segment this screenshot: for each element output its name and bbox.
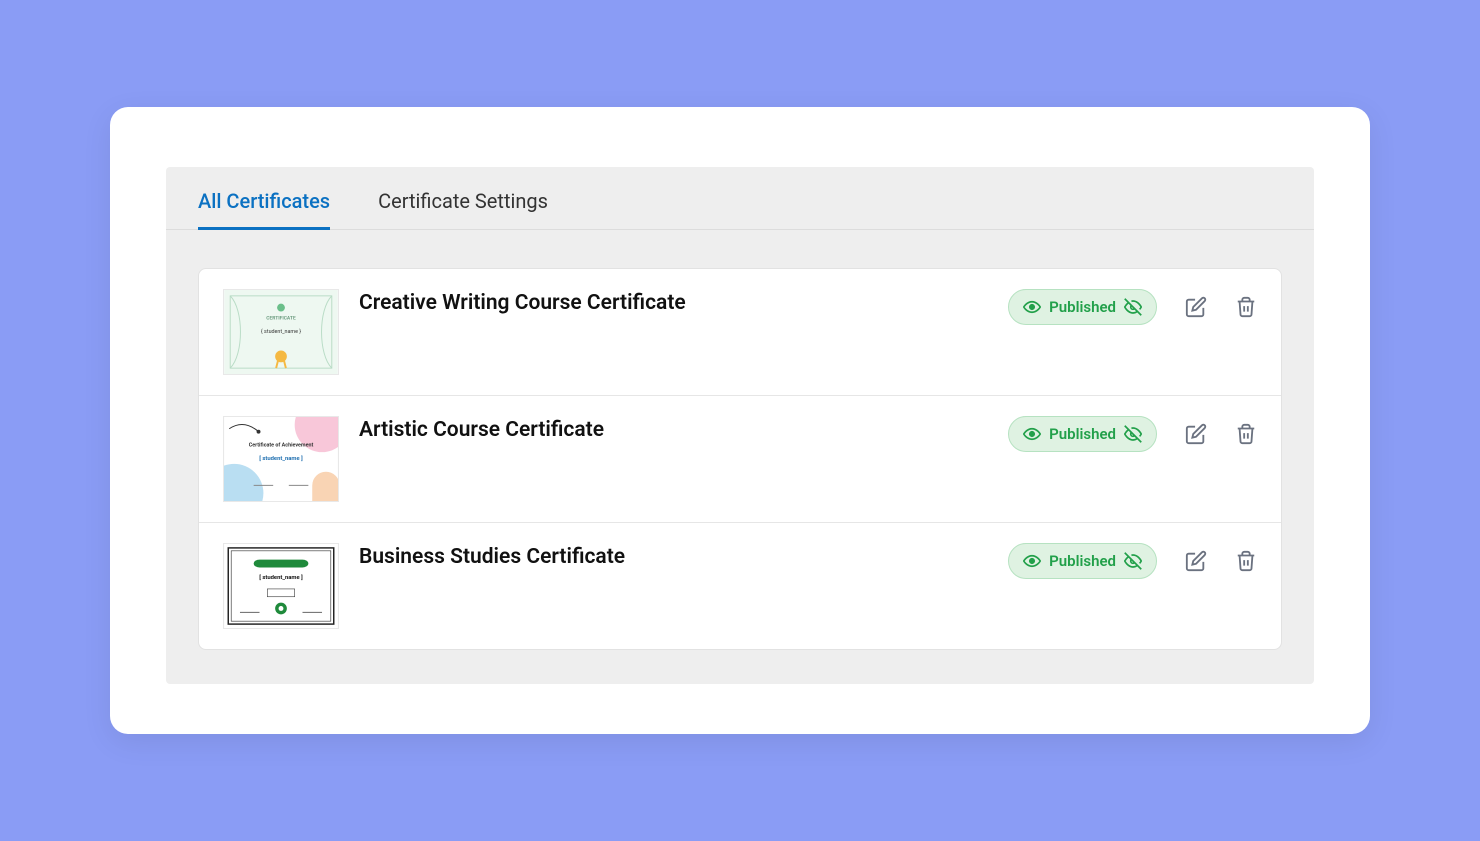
status-published-pill[interactable]: Published	[1008, 289, 1157, 325]
certificate-title: Business Studies Certificate	[359, 543, 988, 569]
certificate-row: Certificate of Achievement [ student_nam…	[199, 396, 1281, 523]
delete-button[interactable]	[1235, 550, 1257, 572]
certificates-panel: All Certificates Certificate Settings CE…	[166, 167, 1314, 684]
certificate-thumbnail[interactable]: Certificate of Achievement [ student_nam…	[223, 416, 339, 502]
status-published-pill[interactable]: Published	[1008, 543, 1157, 579]
delete-button[interactable]	[1235, 296, 1257, 318]
main-card: All Certificates Certificate Settings CE…	[110, 107, 1370, 734]
eye-off-icon	[1124, 425, 1142, 443]
tab-bar: All Certificates Certificate Settings	[166, 167, 1314, 230]
row-actions: Published	[1008, 289, 1257, 325]
certificate-thumbnail[interactable]: [ student_name ]	[223, 543, 339, 629]
svg-text:[ student_name ]: [ student_name ]	[259, 574, 303, 581]
certificate-row: [ student_name ] Business Studies Certif…	[199, 523, 1281, 649]
edit-button[interactable]	[1185, 550, 1207, 572]
eye-icon	[1023, 425, 1041, 443]
certificate-title: Artistic Course Certificate	[359, 416, 988, 442]
delete-button[interactable]	[1235, 423, 1257, 445]
status-label: Published	[1049, 298, 1116, 316]
eye-icon	[1023, 298, 1041, 316]
status-published-pill[interactable]: Published	[1008, 416, 1157, 452]
certificate-title: Creative Writing Course Certificate	[359, 289, 988, 315]
edit-button[interactable]	[1185, 296, 1207, 318]
status-label: Published	[1049, 425, 1116, 443]
certificate-row: CERTIFICATE { student_name } Creative Wr…	[199, 269, 1281, 396]
certificate-thumbnail[interactable]: CERTIFICATE { student_name }	[223, 289, 339, 375]
tab-all-certificates[interactable]: All Certificates	[198, 189, 330, 230]
eye-off-icon	[1124, 552, 1142, 570]
row-actions: Published	[1008, 416, 1257, 452]
svg-text:[ student_name ]: [ student_name ]	[259, 455, 303, 462]
row-actions: Published	[1008, 543, 1257, 579]
svg-text:CERTIFICATE: CERTIFICATE	[266, 315, 296, 321]
edit-button[interactable]	[1185, 423, 1207, 445]
svg-text:{ student_name }: { student_name }	[261, 328, 301, 335]
status-label: Published	[1049, 552, 1116, 570]
eye-icon	[1023, 552, 1041, 570]
certificate-list: CERTIFICATE { student_name } Creative Wr…	[198, 268, 1282, 650]
tab-certificate-settings[interactable]: Certificate Settings	[378, 189, 548, 230]
eye-off-icon	[1124, 298, 1142, 316]
svg-text:Certificate of Achievement: Certificate of Achievement	[249, 442, 314, 448]
